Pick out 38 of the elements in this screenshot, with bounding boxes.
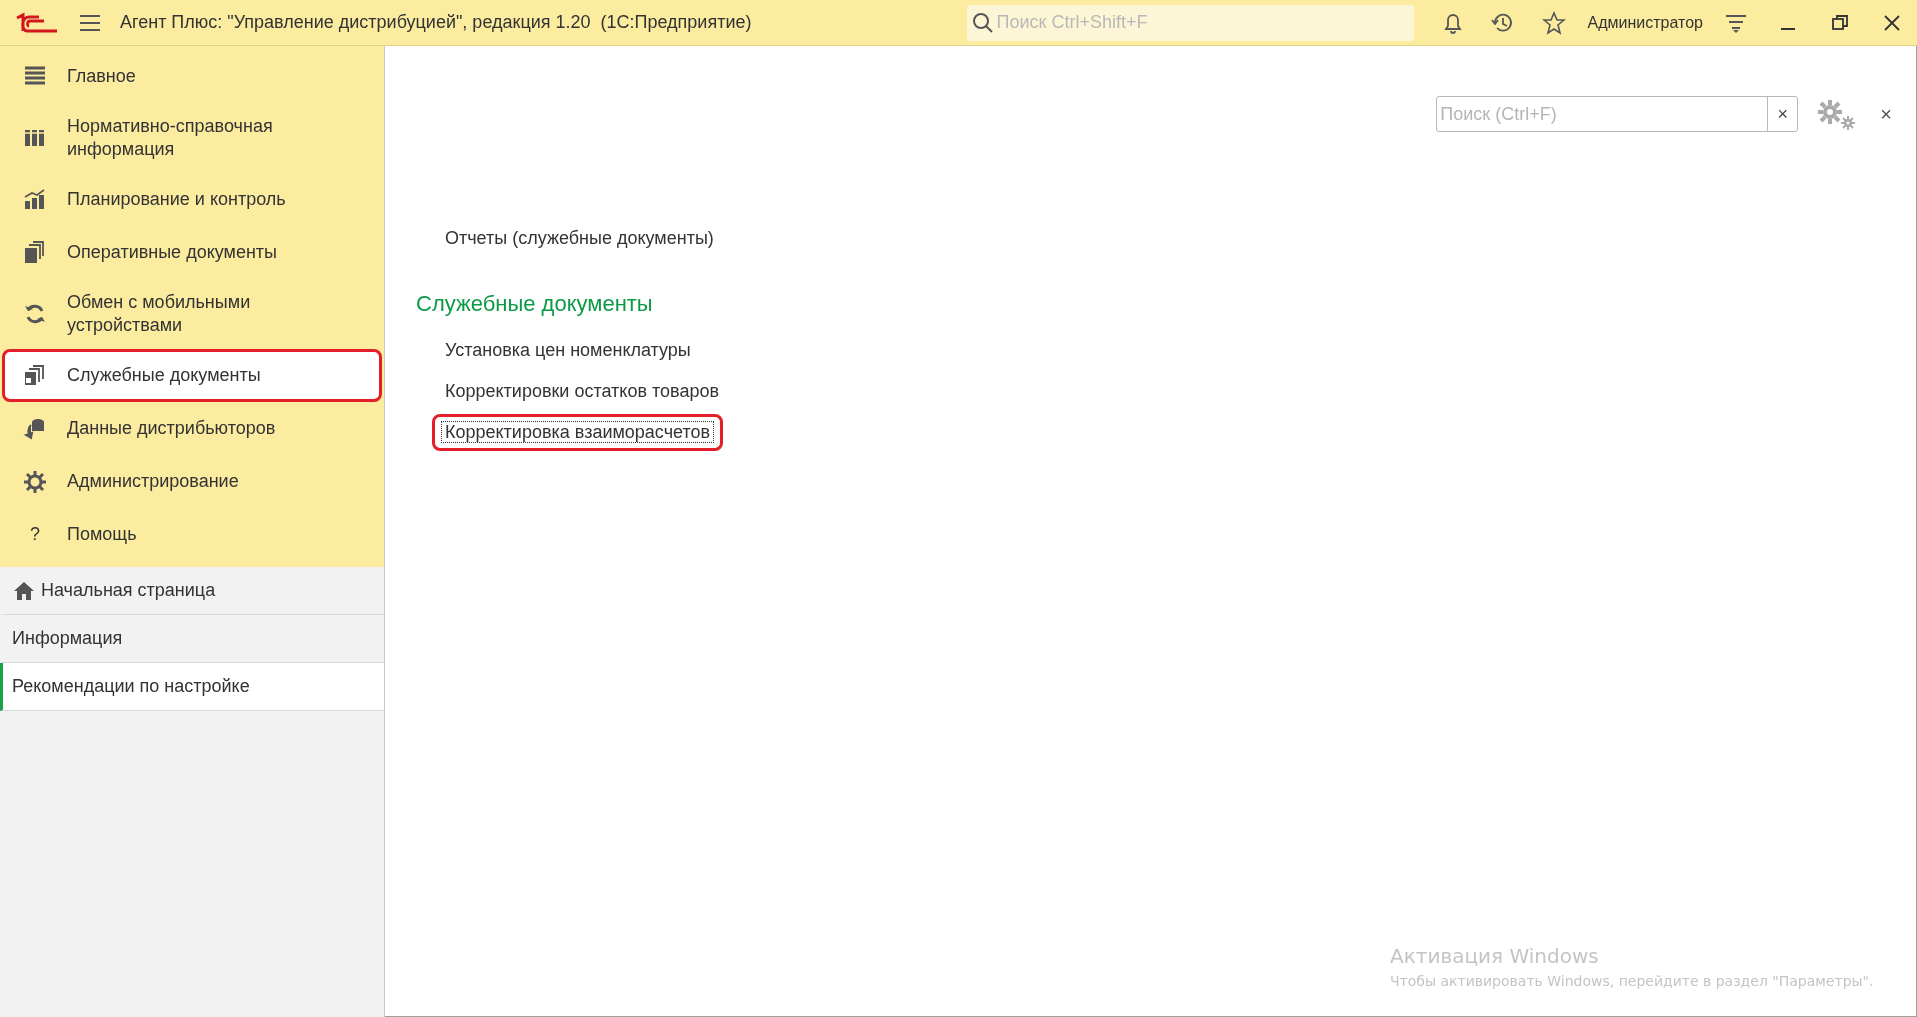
sidebar-page[interactable]: Начальная страница	[0, 567, 384, 615]
sidebar-page[interactable]: Рекомендации по настройке	[0, 663, 384, 711]
home-icon[interactable]	[13, 580, 35, 601]
sidebar-section[interactable]: Данные дистрибьюторов	[2, 402, 382, 455]
activation-text: Чтобы активировать Windows, перейдите в раздел "Параметры".	[1390, 972, 1874, 991]
bar-chart-icon[interactable]	[23, 187, 47, 212]
activation-title: Активация Windows	[1390, 943, 1600, 970]
document-link[interactable]: Корректировка взаиморасчетов	[432, 414, 724, 451]
global-search-field[interactable]: Поиск Ctrl+Shift+F	[966, 4, 1414, 41]
documents-icon[interactable]	[23, 240, 47, 265]
section-heading: Служебные документы	[416, 290, 654, 318]
menu-icon[interactable]	[78, 12, 102, 33]
document-link[interactable]: Корректировки остатков товаров	[432, 373, 732, 410]
close-button[interactable]: ×	[1880, 99, 1892, 129]
sidebar-section[interactable]: ? Помощь	[2, 508, 382, 561]
user-name[interactable]: Администратор	[1587, 10, 1703, 35]
logo-icon[interactable]	[14, 11, 60, 34]
sidebar-section[interactable]: Обмен с мобильными устройствами	[2, 279, 382, 349]
database-icon[interactable]	[23, 416, 47, 441]
document-link[interactable]: Установка цен номенклатуры	[432, 332, 704, 369]
sidebar-section[interactable]: Оперативные документы	[2, 226, 382, 279]
window-title: Агент Плюс: "Управление дистрибуцией", редакция 1.20 (1С:Предприятие)	[120, 11, 752, 34]
document-link[interactable]: Отчеты (служебные документы)	[432, 220, 727, 257]
help-icon[interactable]: ?	[23, 521, 47, 548]
clear-button[interactable]: ×	[1767, 97, 1798, 131]
sidebar-section[interactable]: Администрирование	[2, 455, 382, 508]
sidebar-section[interactable]: Планирование и контроль	[2, 173, 382, 226]
search-field[interactable]: Поиск (Ctrl+F) ×	[1436, 96, 1799, 132]
settings-icon[interactable]	[23, 469, 47, 494]
sidebar-section[interactable]: Главное	[2, 50, 382, 103]
documents-icon[interactable]	[23, 363, 47, 388]
sync-icon[interactable]	[23, 302, 47, 326]
close-icon[interactable]	[1883, 13, 1901, 32]
sidebar-section[interactable]: Служебные документы	[2, 349, 382, 402]
star-icon[interactable]	[1541, 10, 1566, 35]
sidebar-section[interactable]: Нормативно-справочная информация	[2, 103, 382, 173]
search-icon[interactable]	[971, 11, 994, 34]
restore-icon[interactable]	[1831, 13, 1849, 32]
